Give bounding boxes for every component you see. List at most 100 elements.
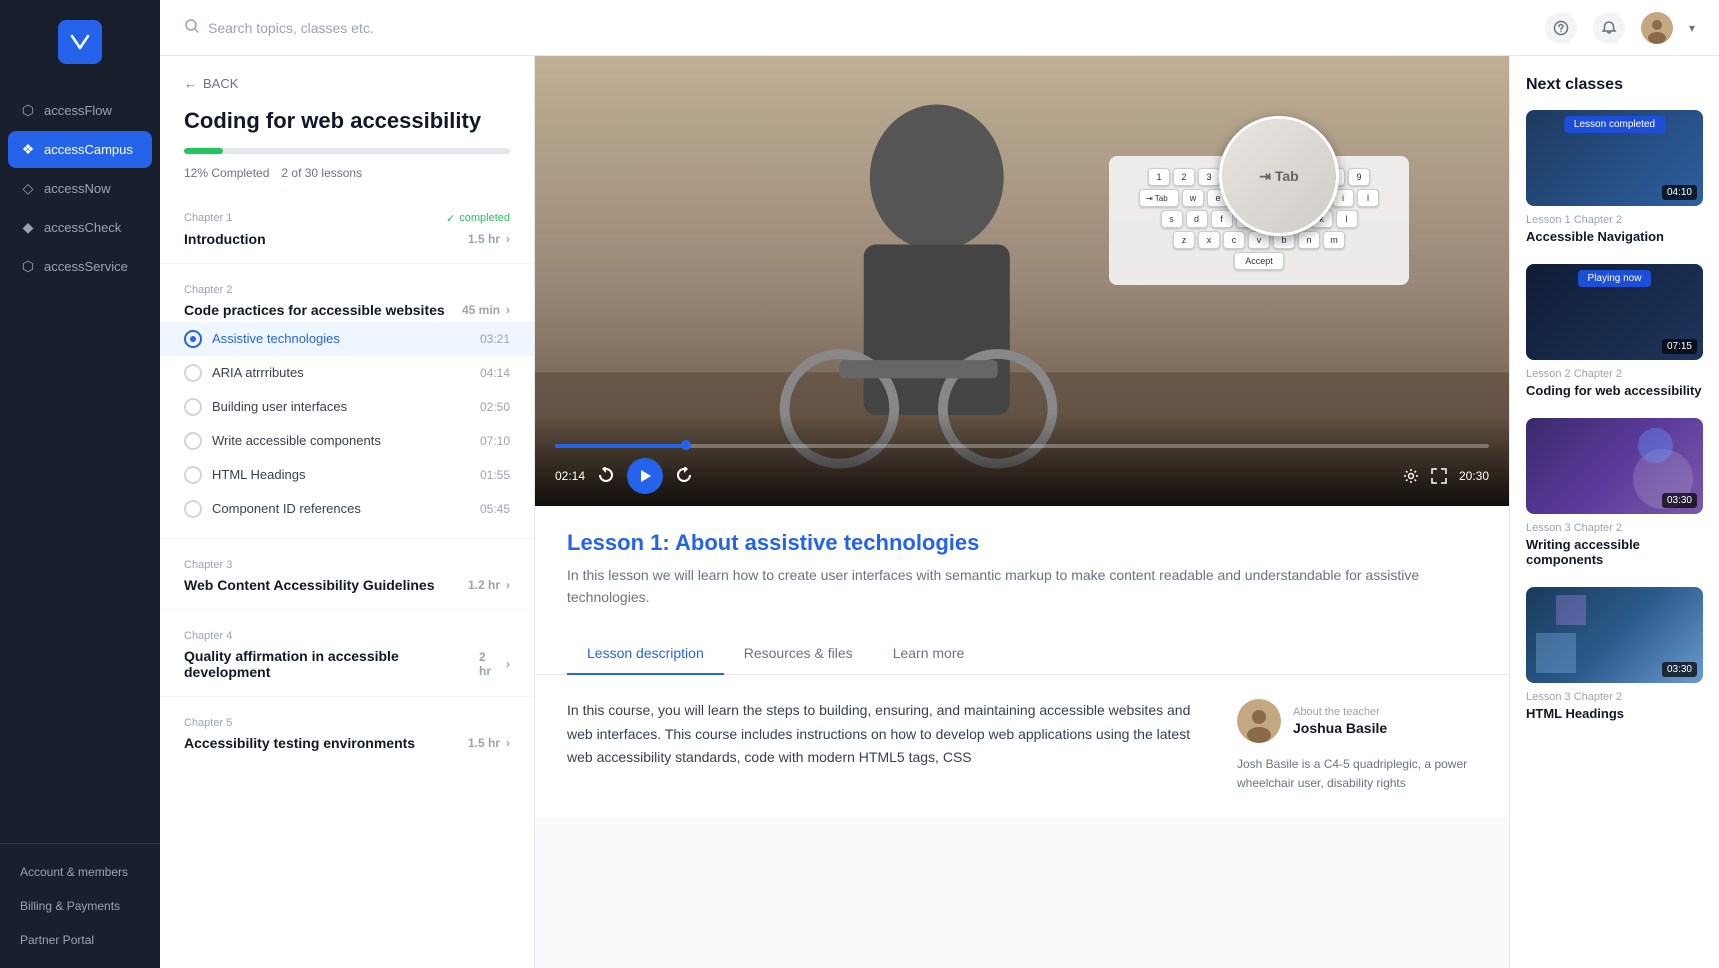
accessnow-icon: ◇ [20, 180, 36, 197]
course-title: Coding for web accessibility [160, 107, 534, 148]
video-controls: 02:14 [535, 414, 1509, 506]
progress-text: 12% Completed 2 of 30 lessons [160, 160, 534, 196]
sidebar-item-accessservice[interactable]: ⬡ accessService [8, 248, 152, 285]
time-total: 20:30 [1459, 469, 1489, 483]
tab-learn-more[interactable]: Learn more [873, 633, 985, 675]
completed-text: completed [459, 212, 510, 224]
chapter-2: Chapter 2 Code practices for accessible … [160, 268, 534, 534]
accesscheck-icon: ◆ [20, 219, 36, 236]
next-class-thumb-4: 03:30 [1526, 587, 1703, 683]
settings-button[interactable] [1403, 468, 1419, 484]
chapter-3-name[interactable]: Web Content Accessibility Guidelines 1.2… [160, 575, 534, 597]
teacher-name: Joshua Basile [1293, 720, 1387, 736]
chapter-5-label: Chapter 5 [184, 717, 232, 729]
lesson-item-html[interactable]: HTML Headings 01:55 [160, 458, 534, 492]
teacher-info: About the teacher Joshua Basile [1293, 706, 1387, 736]
chapter-5-name[interactable]: Accessibility testing environments 1.5 h… [160, 733, 534, 755]
teacher-header: About the teacher Joshua Basile [1237, 699, 1477, 743]
chapter-3-arrow: › [506, 578, 510, 592]
chapter-2-arrow: › [506, 303, 510, 317]
sidebar: ⬡ accessFlow ❖ accessCampus ◇ accessNow … [0, 0, 160, 968]
chapter-1: Chapter 1 ✓ completed Introduction 1.5 h… [160, 196, 534, 259]
back-link[interactable]: ← BACK [160, 76, 534, 107]
accesscampus-icon: ❖ [20, 141, 36, 158]
topbar-right: ▾ [1545, 12, 1695, 44]
lesson-info-section: Lesson 1: About assistive technologies I… [535, 506, 1509, 633]
play-button[interactable] [627, 458, 663, 494]
teacher-about-label: About the teacher [1293, 706, 1387, 718]
lesson-duration-aria: 04:14 [480, 366, 510, 380]
controls-right: 20:30 [1403, 468, 1489, 484]
magnify-overlay: ⇥ Tab [1219, 116, 1339, 236]
lesson-description: In this lesson we will learn how to crea… [567, 564, 1477, 609]
progress-bar-fill [184, 148, 223, 154]
lesson-name-assistive: Assistive technologies [212, 331, 340, 346]
lesson-name-aria: ARIA atrrributes [212, 365, 304, 380]
lesson-circle-assistive [184, 330, 202, 348]
billing-label: Billing & Payments [20, 899, 120, 913]
search-placeholder[interactable]: Search topics, classes etc. [208, 20, 374, 36]
chapter-1-header: Chapter 1 ✓ completed [160, 204, 534, 229]
progress-bar-wrap [160, 148, 534, 160]
forward-button[interactable] [675, 467, 693, 485]
lesson-item-component[interactable]: Component ID references 05:45 [160, 492, 534, 526]
partner-label: Partner Portal [20, 933, 94, 947]
sidebar-item-accessflow[interactable]: ⬡ accessFlow [8, 92, 152, 129]
accessservice-icon: ⬡ [20, 258, 36, 275]
chapter-4-arrow: › [506, 657, 510, 671]
notification-button[interactable] [1593, 12, 1625, 44]
next-class-card-3[interactable]: 03:30 Lesson 3 Chapter 2 Writing accessi… [1526, 418, 1703, 567]
tab-lesson-description[interactable]: Lesson description [567, 633, 724, 675]
chapter-1-arrow: › [506, 232, 510, 246]
next-class-thumb-3: 03:30 [1526, 418, 1703, 514]
chapter-2-name[interactable]: Code practices for accessible websites 4… [160, 300, 534, 322]
rewind-button[interactable] [597, 467, 615, 485]
sidebar-item-accesscampus[interactable]: ❖ accessCampus [8, 131, 152, 168]
completed-badge-1: Lesson completed [1564, 116, 1665, 133]
fullscreen-button[interactable] [1431, 468, 1447, 484]
lesson-duration-html: 01:55 [480, 468, 510, 482]
lesson-item-write[interactable]: Write accessible components 07:10 [160, 424, 534, 458]
user-menu-chevron[interactable]: ▾ [1689, 21, 1695, 35]
sidebar-item-billing[interactable]: Billing & Payments [8, 890, 152, 922]
next-class-card-4[interactable]: 03:30 Lesson 3 Chapter 2 HTML Headings [1526, 587, 1703, 721]
sidebar-item-accessnow[interactable]: ◇ accessNow [8, 170, 152, 207]
chapter-5-header: Chapter 5 [160, 709, 534, 733]
lesson-item-aria[interactable]: ARIA atrrributes 04:14 [160, 356, 534, 390]
lesson-duration-component: 05:45 [480, 502, 510, 516]
next-class-thumb-2: Playing now 07:15 [1526, 264, 1703, 360]
chapter-4-name[interactable]: Quality affirmation in accessible develo… [160, 646, 534, 684]
progress-track[interactable] [555, 444, 1489, 448]
duration-badge-1: 04:10 [1662, 185, 1697, 200]
lesson-item-building[interactable]: Building user interfaces 02:50 [160, 390, 534, 424]
sidebar-item-label: accessCheck [44, 220, 121, 235]
controls-left: 02:14 [555, 458, 693, 494]
chapter-4: Chapter 4 Quality affirmation in accessi… [160, 614, 534, 692]
help-button[interactable] [1545, 12, 1577, 44]
lesson-duration-building: 02:50 [480, 400, 510, 414]
sidebar-item-partner[interactable]: Partner Portal [8, 924, 152, 956]
lesson-item-assistive[interactable]: Assistive technologies 03:21 [160, 322, 534, 356]
video-player[interactable]: 1 2 3 4 5 6 7 8 9 ⇥ Tab [535, 56, 1509, 506]
user-avatar[interactable] [1641, 12, 1673, 44]
lesson-body: In this course, you will learn the steps… [535, 675, 1509, 817]
next-class-card-1[interactable]: Lesson completed 04:10 Lesson 1 Chapter … [1526, 110, 1703, 244]
sidebar-item-accesscheck[interactable]: ◆ accessCheck [8, 209, 152, 246]
next-class-title-3: Writing accessible components [1526, 537, 1703, 567]
sidebar-item-label: accessCampus [44, 142, 133, 157]
chapter-1-name[interactable]: Introduction 1.5 hr › [160, 229, 534, 251]
lesson-name-html: HTML Headings [212, 467, 305, 482]
thumb-shape-circle-sm [1638, 428, 1673, 463]
sidebar-item-label: accessNow [44, 181, 110, 196]
topbar: Search topics, classes etc. [160, 0, 1719, 56]
lesson-circle-component [184, 500, 202, 518]
next-class-card-2[interactable]: Playing now 07:15 Lesson 2 Chapter 2 Cod… [1526, 264, 1703, 398]
lesson-duration-assistive: 03:21 [480, 332, 510, 346]
check-icon: ✓ [446, 212, 455, 225]
sidebar-item-account[interactable]: Account & members [8, 856, 152, 888]
logo-icon [58, 20, 102, 64]
next-classes-panel: Next classes Lesson completed 04:10 Less… [1509, 56, 1719, 968]
time-current: 02:14 [555, 469, 585, 483]
tab-resources[interactable]: Resources & files [724, 633, 873, 675]
sidebar-item-label: accessFlow [44, 103, 112, 118]
